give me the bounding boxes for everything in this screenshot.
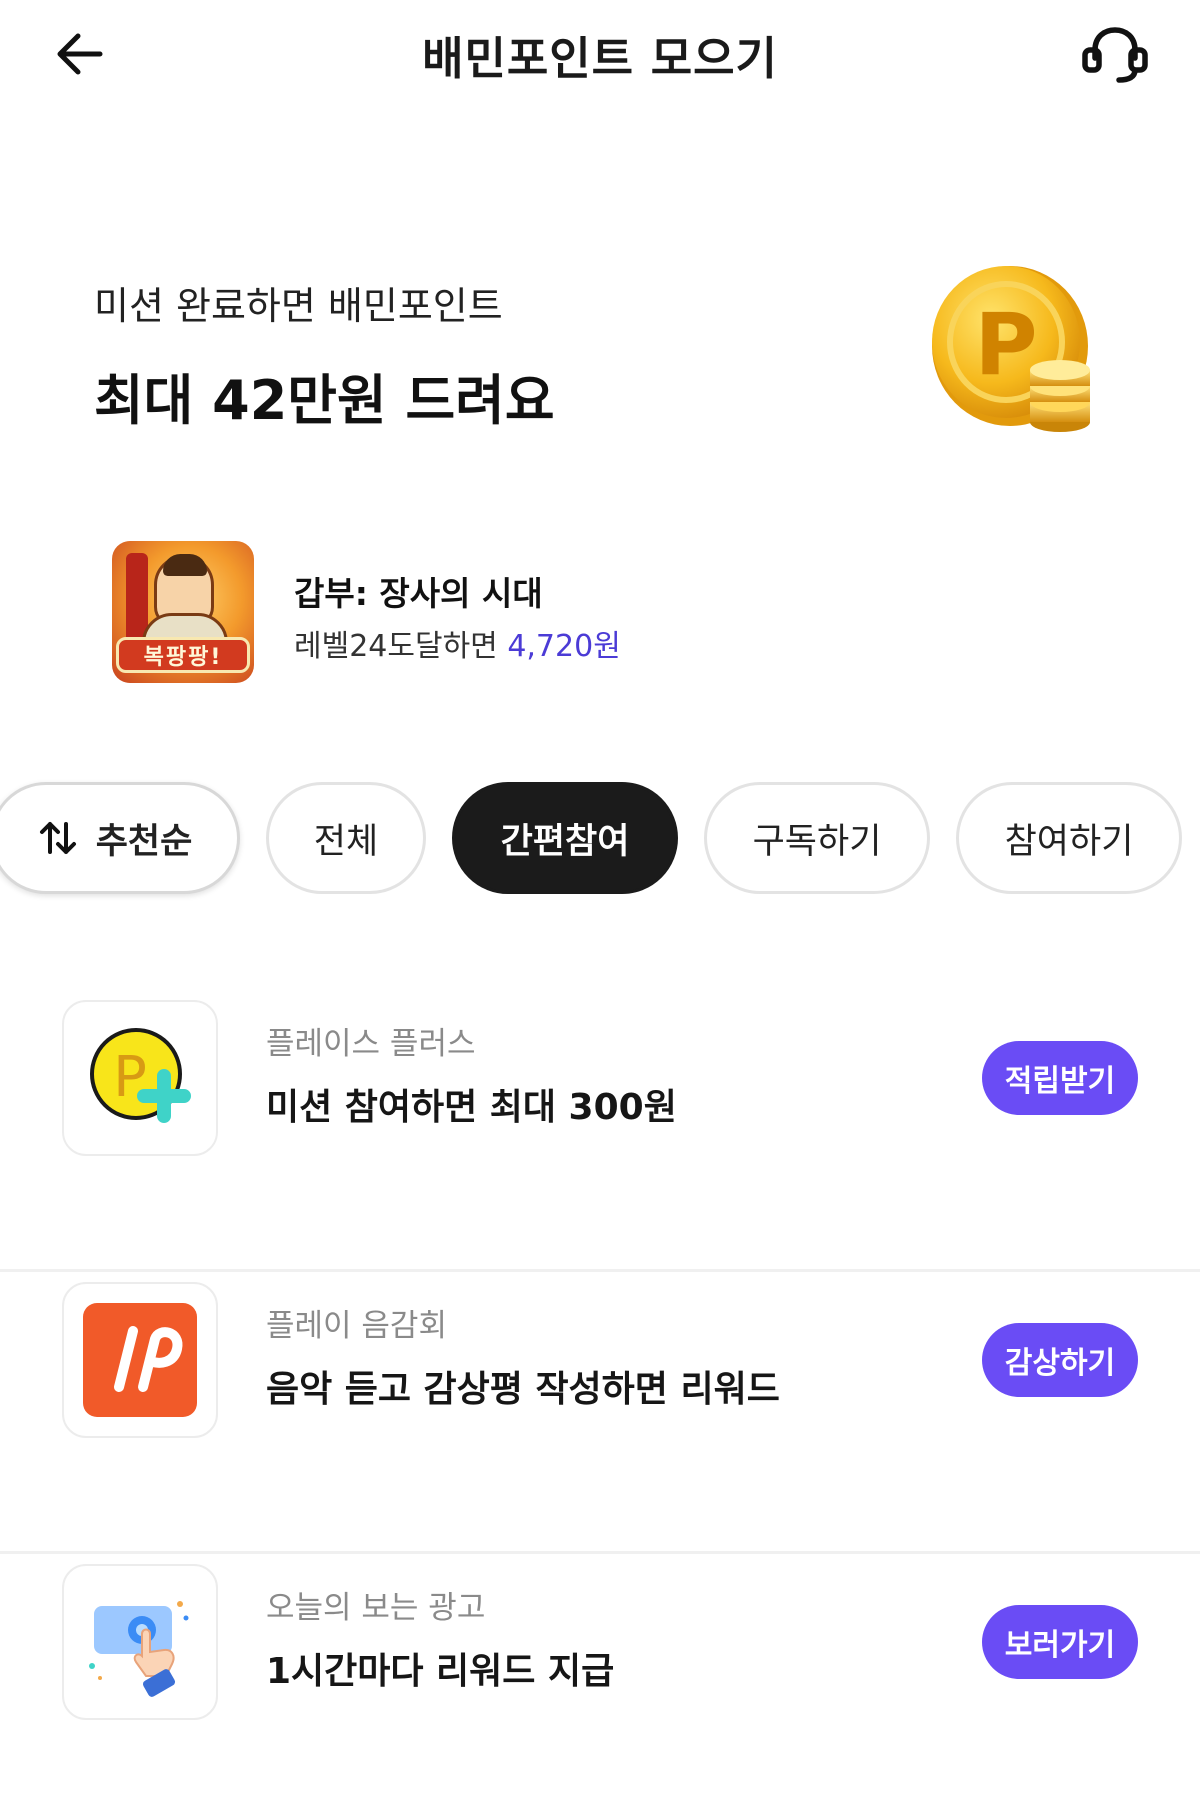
item-title: 음악 듣고 감상평 작성하면 리워드 [266,1369,780,1410]
promo-desc-text: 레벨24도달하면 [294,629,508,664]
filter-chip-subscribe[interactable]: 구독하기 [704,782,930,894]
promo-title: 갑부: 장사의 시대 [294,574,543,613]
item-brand: 플레이스 플러스 [266,1026,476,1062]
top-bar: 배민포인트 모으기 [0,0,1200,110]
filter-chip-all[interactable]: 전체 [266,782,426,894]
promo-description: 레벨24도달하면 4,720원 [294,621,621,665]
earn-button[interactable]: 적립받기 [982,1041,1138,1115]
featured-game-promo[interactable]: 복팡팡! 갑부: 장사의 시대 레벨24도달하면 4,720원 [112,541,812,686]
item-title: 미션 참여하면 최대 300원 [266,1087,677,1128]
promo-reward-amount: 4,720원 [507,629,621,664]
watch-button[interactable]: 보러가기 [982,1605,1138,1679]
sort-button[interactable]: 추천순 [0,782,240,894]
filter-chips: 추천순 전체 간편참여 구독하기 참여하기 [0,782,1200,894]
headset-icon [1082,27,1148,83]
filter-chip-participate[interactable]: 참여하기 [956,782,1182,894]
gold-coin-icon: P [930,262,1100,442]
hero-headline: 최대 42만원 드려요 [94,369,555,432]
coin-letter: P [974,295,1037,395]
ad-tap-icon [62,1564,218,1720]
sort-label: 추천순 [95,821,193,862]
game-thumbnail: 복팡팡! [112,541,254,683]
list-item[interactable]: P 플레이스 플러스 미션 참여하면 최대 300원 적립받기 [0,990,1200,1272]
item-title: 1시간마다 리워드 지급 [266,1651,615,1692]
list-item[interactable]: 오늘의 보는 광고 1시간마다 리워드 지급 보러가기 [0,1554,1200,1799]
list-item[interactable]: 플레이 음감회 음악 듣고 감상평 작성하면 리워드 감상하기 [0,1272,1200,1554]
game-logo-badge: 복팡팡! [116,637,250,673]
item-brand: 플레이 음감회 [266,1308,447,1344]
listen-button[interactable]: 감상하기 [982,1323,1138,1397]
customer-support-button[interactable] [1070,18,1160,90]
filter-chip-easy[interactable]: 간편참여 [452,782,678,894]
item-brand: 오늘의 보는 광고 [266,1590,486,1626]
page-title: 배민포인트 모으기 [422,32,778,85]
place-plus-icon: P [62,1000,218,1156]
play-listening-icon [62,1282,218,1438]
hero-subtitle: 미션 완료하면 배민포인트 [94,284,503,328]
sort-arrows-icon [38,818,78,858]
hero-banner: 미션 완료하면 배민포인트 최대 42만원 드려요 [94,275,555,435]
